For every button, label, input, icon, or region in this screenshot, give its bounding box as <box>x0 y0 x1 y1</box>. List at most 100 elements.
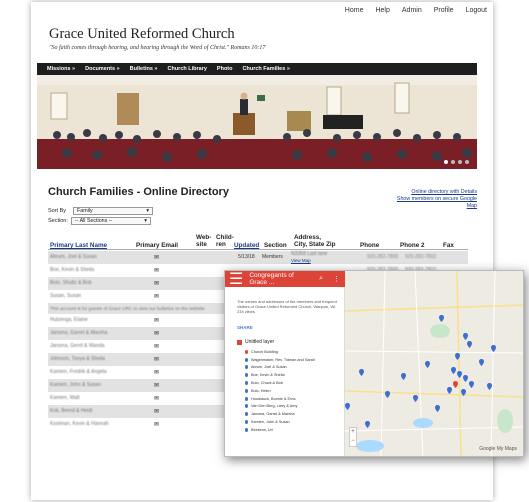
map-marker-icon[interactable] <box>479 359 484 366</box>
google-my-maps-window: ☰ Congregants of Grace ... ⌕ ⋮ The names… <box>224 270 524 457</box>
email-icon[interactable]: ✉ <box>154 395 159 402</box>
row-address: N3358 Last lane <box>291 252 327 257</box>
col-children-line1: Child- <box>216 234 234 241</box>
more-icon[interactable]: ⋮ <box>333 275 340 283</box>
map-marker-icon[interactable] <box>425 361 430 368</box>
sort-select[interactable]: Family ▾ <box>73 207 154 215</box>
map-marker-icon[interactable] <box>451 367 456 374</box>
map-place-name: Wagenmaker, Rev. Tidman and Sarah <box>251 357 315 362</box>
map-place-item[interactable]: Church Building <box>245 348 315 356</box>
nav-church-library[interactable]: Church Library <box>167 66 206 72</box>
top-nav-admin[interactable]: Admin <box>396 7 428 14</box>
top-nav-profile[interactable]: Profile <box>428 7 460 14</box>
site-motto: "So faith comes through hearing, and hea… <box>49 45 266 51</box>
nav-photo[interactable]: Photo <box>217 66 233 72</box>
google-map-link[interactable]: Show members on secure Google <box>397 196 477 203</box>
section-control: Section: -- All Sections -- ▾ <box>48 217 151 225</box>
row-address-line1: N3358 Last lane <box>291 251 328 257</box>
nav-church-families[interactable]: Church Families » <box>243 66 290 72</box>
top-nav-logout[interactable]: Logout <box>460 7 493 14</box>
map-place-item[interactable]: Kamien, John & Susan <box>245 418 315 426</box>
email-icon[interactable]: ✉ <box>154 267 159 274</box>
view-map-link[interactable]: View Map <box>291 258 311 263</box>
map-place-item[interactable]: Abrum, Joel & Susan <box>245 364 315 372</box>
email-icon[interactable]: ✉ <box>154 280 159 287</box>
col-updated[interactable]: Updated <box>234 242 259 249</box>
row-family-name: Kamien, Fredrik & Angela <box>50 369 107 375</box>
map-marker-icon[interactable] <box>447 387 452 394</box>
chevron-down-icon: ▾ <box>144 218 147 224</box>
row-family-name: Boe, Kevin & Sheila <box>50 267 95 273</box>
zoom-out-button[interactable]: − <box>350 437 356 446</box>
map-marker-icon[interactable] <box>487 383 492 390</box>
map-place-item[interactable]: Bolo, Chuck & Bob <box>245 379 315 387</box>
map-place-item[interactable]: Jansma, Garret & Marsha <box>245 410 315 418</box>
col-address-line2: City, State Zip <box>294 241 336 248</box>
email-icon[interactable]: ✉ <box>154 369 159 376</box>
layer-row[interactable]: Untitled layer <box>237 339 274 345</box>
section-select[interactable]: -- All Sections -- ▾ <box>70 217 151 225</box>
email-icon[interactable]: ✉ <box>154 408 159 415</box>
layer-checkbox[interactable] <box>237 339 242 345</box>
directory-links: Online directory with Details Show membe… <box>397 189 477 210</box>
map-place-name: Jansma, Garret & Marsha <box>251 412 295 417</box>
map-place-item[interactable]: Van Den Berg, Larry & Amy <box>245 403 315 411</box>
map-place-name: Kamien, John & Susan <box>251 420 290 425</box>
email-icon[interactable]: ✉ <box>154 293 159 300</box>
zoom-in-button[interactable]: + <box>350 428 356 437</box>
map-place-item[interactable]: Beekens, Uri <box>245 426 315 434</box>
map-marker-icon[interactable] <box>345 403 350 410</box>
email-icon[interactable]: ✉ <box>154 382 159 389</box>
map-marker-icon[interactable] <box>401 373 406 380</box>
carousel-dot[interactable] <box>444 160 448 164</box>
email-icon[interactable]: ✉ <box>154 421 159 428</box>
col-phone2: Phone 2 <box>400 242 425 249</box>
zoom-control[interactable]: + − <box>349 427 357 447</box>
email-icon[interactable]: ✉ <box>154 343 159 350</box>
map-marker-icon[interactable] <box>461 389 466 396</box>
map-marker-icon[interactable] <box>491 345 496 352</box>
map-marker-icon[interactable] <box>469 381 474 388</box>
top-nav-help[interactable]: Help <box>369 7 395 14</box>
map-canvas[interactable] <box>344 271 523 456</box>
share-button[interactable]: SHARE <box>237 325 253 330</box>
map-illustration <box>344 271 523 456</box>
col-fax: Fax <box>443 242 454 249</box>
map-place-item[interactable]: Boe, Kevin & Sheila <box>245 371 315 379</box>
online-directory-details-link[interactable]: Online directory with Details <box>397 189 477 196</box>
map-marker-icon[interactable] <box>467 341 472 348</box>
carousel-dot[interactable] <box>465 160 469 164</box>
nav-documents[interactable]: Documents » <box>85 66 120 72</box>
church-marker-icon[interactable] <box>453 381 458 388</box>
google-map-link-cont[interactable]: Map <box>397 203 477 210</box>
map-marker-icon[interactable] <box>455 353 460 360</box>
top-nav-home[interactable]: Home <box>339 7 370 14</box>
map-marker-icon[interactable] <box>413 395 418 402</box>
email-icon[interactable]: ✉ <box>154 317 159 324</box>
map-marker-icon[interactable] <box>385 391 390 398</box>
map-marker-icon[interactable] <box>359 369 364 376</box>
map-marker-icon[interactable] <box>439 315 444 322</box>
map-title[interactable]: Congregants of Grace ... <box>249 272 313 286</box>
email-icon[interactable]: ✉ <box>154 254 159 261</box>
col-last-name[interactable]: Primary Last Name <box>50 242 107 249</box>
carousel-dot[interactable] <box>451 160 455 164</box>
map-marker-icon[interactable] <box>435 405 440 412</box>
site-title[interactable]: Grace United Reformed Church <box>49 26 235 43</box>
map-marker-icon[interactable] <box>463 333 468 340</box>
map-marker-icon[interactable] <box>365 421 370 428</box>
nav-missions[interactable]: Missions » <box>47 66 75 72</box>
map-place-item[interactable]: Wagenmaker, Rev. Tidman and Sarah <box>245 356 315 364</box>
carousel-dot[interactable] <box>458 160 462 164</box>
email-icon[interactable]: ✉ <box>154 356 159 363</box>
map-marker-icon[interactable] <box>463 375 468 382</box>
map-marker-icon[interactable] <box>457 371 462 378</box>
map-place-item[interactable]: Hoodstuck, Bonnie & Erna <box>245 395 315 403</box>
nav-bulletins[interactable]: Bulletins » <box>130 66 158 72</box>
col-address: Address, City, State Zip <box>294 234 336 248</box>
search-icon[interactable]: ⌕ <box>319 275 323 283</box>
carousel-dots[interactable] <box>444 160 469 164</box>
map-place-name: Church Building <box>251 349 278 354</box>
map-place-item[interactable]: Bolo, Helen <box>245 387 315 395</box>
email-icon[interactable]: ✉ <box>154 330 159 337</box>
